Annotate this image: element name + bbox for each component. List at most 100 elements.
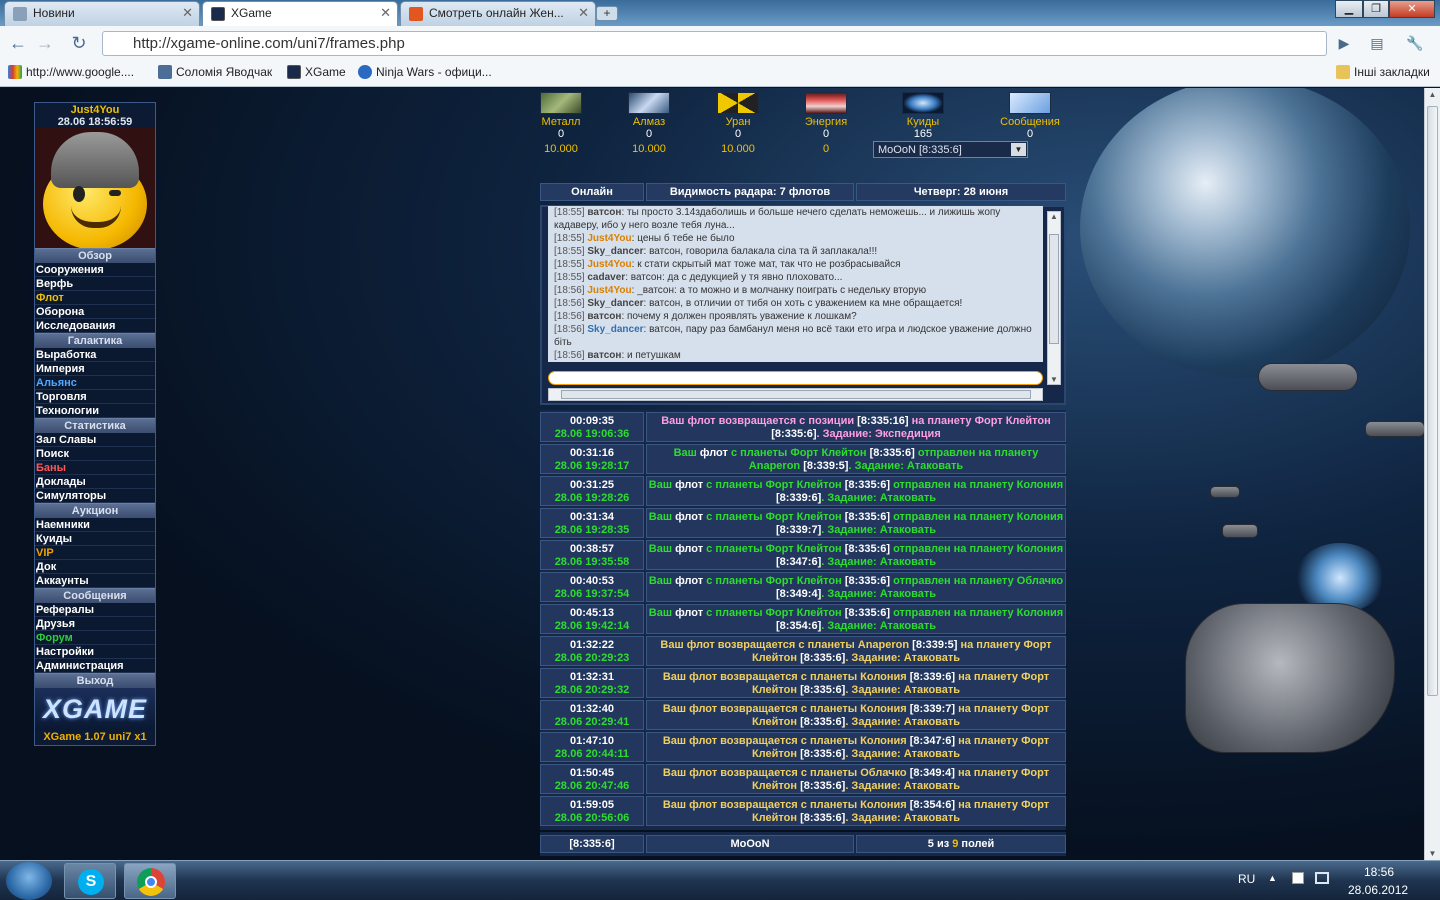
forward-icon[interactable]: → [33,32,57,54]
chat-author[interactable]: Sky_dancer [587,298,643,309]
scroll-down-icon[interactable]: ▼ [1048,375,1060,384]
menu-item[interactable]: Доклады [35,475,155,489]
fleet-description[interactable]: Ваш флот возвращается с планеты Облачко … [646,764,1066,794]
skype-taskbar-button[interactable]: S [64,863,116,899]
fleet-description[interactable]: Ваш флот с планеты Форт Клейтон [8:335:6… [646,508,1066,538]
menu-section-0[interactable]: Обзор [35,248,155,263]
chat-author[interactable]: ватсон [587,350,621,361]
scroll-down-icon[interactable]: ▼ [1425,849,1440,858]
language-indicator[interactable]: RU [1238,872,1255,886]
scroll-up-icon[interactable]: ▲ [1048,212,1060,221]
page-scrollbar[interactable]: ▲ ▼ [1424,88,1440,860]
menu-item[interactable]: Настройки [35,645,155,659]
other-bookmarks[interactable]: Інші закладки [1336,65,1430,79]
network-icon[interactable] [1315,872,1329,884]
chat-author[interactable]: Just4You [587,259,631,270]
address-bar[interactable]: http://xgame-online.com/uni7/frames.php [102,31,1327,56]
menu-item[interactable]: Империя [35,362,155,376]
menu-item[interactable]: Оборона [35,305,155,319]
menu-item[interactable]: Док [35,560,155,574]
fleet-description[interactable]: Ваш флот с планеты Форт Клейтон [8:335:6… [646,476,1066,506]
chat-scrollbar[interactable]: ▲ ▼ [1047,211,1061,385]
menu-item[interactable]: Баны [35,461,155,475]
menu-item[interactable]: Верфь [35,277,155,291]
planet-coords[interactable]: [8:335:6] [540,835,644,853]
reload-icon[interactable]: ↻ [67,32,91,54]
fleet-description[interactable]: Ваш флот с планеты Форт Клейтон [8:335:6… [646,572,1066,602]
fleet-description[interactable]: Ваш флот возвращается с планеты Колония … [646,668,1066,698]
scroll-thumb[interactable] [1427,106,1438,696]
chat-author[interactable]: Sky_dancer [587,324,643,335]
resource-2[interactable]: Уран 0 10.000 [698,92,778,155]
chat-author[interactable]: ватсон [587,207,621,218]
fleet-description[interactable]: Ваш флот возвращается с планеты Колония … [646,732,1066,762]
chevron-down-icon[interactable]: ▼ [1011,143,1026,156]
menu-item[interactable]: Исследования [35,319,155,333]
wrench-icon[interactable]: 🔧 [1403,32,1427,54]
tray-arrow-icon[interactable]: ▲ [1268,873,1277,883]
close-window-button[interactable]: ✕ [1389,0,1435,18]
minimize-button[interactable]: ▁ [1335,0,1363,18]
scroll-thumb[interactable] [1049,234,1059,344]
menu-item[interactable]: Симуляторы [35,489,155,503]
menu-section-4[interactable]: Сообщения [35,588,155,603]
fleet-description[interactable]: Ваш флот возвращается с позиции [8:335:1… [646,412,1066,442]
back-icon[interactable]: ← [6,32,30,54]
xgame-logo[interactable]: XGAME [35,688,155,730]
chat-author[interactable]: Just4You [587,233,631,244]
resource-0[interactable]: Металл 0 10.000 [521,92,601,155]
scroll-up-icon[interactable]: ▲ [1425,90,1440,99]
tab-news[interactable]: Новини ✕ [4,1,200,26]
menu-section-1[interactable]: Галактика [35,333,155,348]
new-tab-button[interactable]: + [596,6,618,21]
play-icon[interactable]: ▶ [1332,32,1356,54]
menu-item[interactable]: Рефералы [35,603,155,617]
menu-item[interactable]: Выработка [35,348,155,362]
close-icon[interactable]: ✕ [380,5,391,21]
menu-item[interactable]: Администрация [35,659,155,673]
menu-item[interactable]: Друзья [35,617,155,631]
flag-icon[interactable] [1292,872,1304,884]
close-icon[interactable]: ✕ [182,5,193,21]
start-button[interactable] [6,862,52,900]
chrome-taskbar-button[interactable] [124,863,176,899]
resource-1[interactable]: Алмаз 0 10.000 [609,92,689,155]
fleet-description[interactable]: Ваш флот возвращается с планеты Колония … [646,700,1066,730]
tab-video[interactable]: Смотреть онлайн Жен... ✕ [400,1,596,26]
planet-select[interactable]: MoOoN [8:335:6] ▼ [873,141,1028,158]
planet-name[interactable]: MoOoN [646,835,854,853]
menu-item[interactable]: VIP [35,546,155,560]
menu-section-3[interactable]: Аукцион [35,503,155,518]
page-menu-icon[interactable]: ▤ [1365,32,1389,54]
menu-item[interactable]: Аккаунты [35,574,155,588]
chat-input[interactable] [548,371,1043,385]
menu-item[interactable]: Наемники [35,518,155,532]
chat-author[interactable]: Just4You [587,285,631,296]
menu-section-2[interactable]: Статистика [35,418,155,433]
chat-hscrollbar[interactable] [548,388,1043,401]
bookmark-xgame[interactable]: XGame [287,65,346,79]
chat-author[interactable]: ватсон [587,311,621,322]
fleet-description[interactable]: Ваш флот с планеты Форт Клейтон [8:335:6… [646,540,1066,570]
maximize-button[interactable]: ❐ [1363,0,1389,18]
fleet-description[interactable]: Ваш флот возвращается с планеты Anaperon… [646,636,1066,666]
menu-item[interactable]: Поиск [35,447,155,461]
menu-item[interactable]: Флот [35,291,155,305]
hscroll-thumb[interactable] [561,390,1031,399]
clock-time[interactable]: 18:56 [1364,865,1394,879]
menu-item[interactable]: Куиды [35,532,155,546]
online-link[interactable]: Онлайн [540,183,644,201]
menu-item[interactable]: Сооружения [35,263,155,277]
bookmark-google[interactable]: http://www.google.... [8,65,134,79]
clock-date[interactable]: 28.06.2012 [1348,883,1408,897]
chat-author[interactable]: Sky_dancer [587,246,643,257]
fleet-description[interactable]: Ваш флот с планеты Форт Клейтон [8:335:6… [646,444,1066,474]
chat-author[interactable]: cadaver [587,272,625,283]
tab-xgame[interactable]: XGame ✕ [202,1,398,26]
menu-item[interactable]: Технологии [35,404,155,418]
fleet-description[interactable]: Ваш флот с планеты Форт Клейтон [8:335:6… [646,604,1066,634]
resource-3[interactable]: Энергия 0 0 [786,92,866,155]
bookmark-vk[interactable]: Соломія Яводчак [158,65,272,79]
menu-item[interactable]: Форум [35,631,155,645]
close-icon[interactable]: ✕ [578,5,589,21]
